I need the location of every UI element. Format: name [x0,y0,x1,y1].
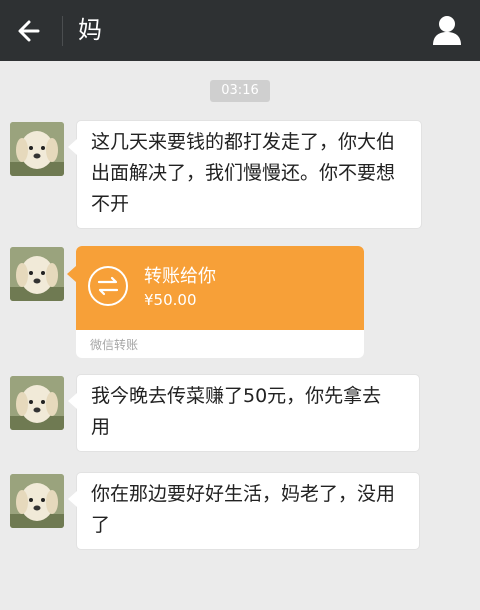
message-bubble[interactable]: 你在那边要好好生活，妈老了，没用 了 [68,472,420,550]
message-bubble[interactable]: 我今晚去传菜赚了50元，你先拿去 用 [68,374,420,452]
header-divider [62,16,63,46]
message-bubble[interactable]: 这几天来要钱的都打发走了，你大伯 出面解决了，我们慢慢还。你不要想 不开 [68,120,422,229]
back-arrow-icon[interactable] [12,13,48,49]
sender-avatar[interactable] [10,376,64,430]
message-line: 不开 [91,193,130,215]
message-line: 了 [91,514,111,536]
message-line: 出面解决了，我们慢慢还。你不要想 [91,162,396,184]
message-timestamp: 03:16 [210,80,270,102]
message-line: 用 [91,416,111,438]
sender-avatar[interactable] [10,122,64,176]
transfer-arrows-icon [88,266,128,306]
chat-header: 妈 [0,0,480,61]
chat-title: 妈 [78,16,102,44]
transfer-card-header: 转账给你 ¥50.00 [76,246,364,330]
transfer-source-label: 微信转账 [90,338,139,352]
sender-avatar[interactable] [10,247,64,301]
sender-avatar[interactable] [10,474,64,528]
transfer-bubble-tail [67,266,76,282]
message-line: 你在那边要好好生活，妈老了，没用 [91,483,396,505]
message-line: 这几天来要钱的都打发走了，你大伯 [91,131,396,153]
transfer-card[interactable]: 转账给你 ¥50.00 微信转账 [76,246,364,358]
transfer-amount: ¥50.00 [144,291,197,309]
person-icon[interactable] [430,13,464,47]
message-line: 我今晚去传菜赚了50元，你先拿去 [91,385,382,407]
transfer-title: 转账给你 [144,266,216,287]
